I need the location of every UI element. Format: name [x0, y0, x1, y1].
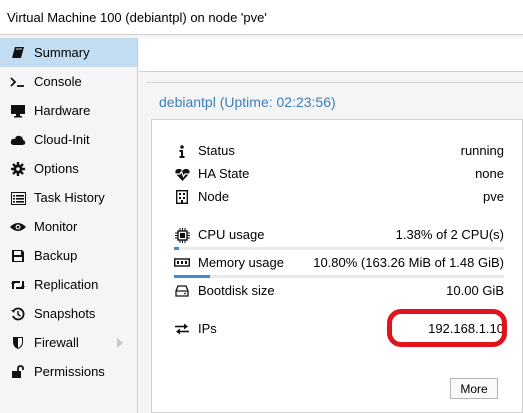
ha-state-label: HA State: [198, 166, 250, 181]
floppy-icon: [10, 248, 26, 264]
sidebar-item-label: Task History: [34, 190, 105, 205]
cpu-value: 1.38% of 2 CPU(s): [395, 227, 504, 242]
bootdisk-label: Bootdisk size: [198, 283, 275, 298]
status-panel-header: debiantpl (Uptime: 02:23:56): [147, 82, 523, 119]
node-label: Node: [198, 189, 230, 204]
unlock-icon: [10, 364, 26, 380]
main-content: debiantpl (Uptime: 02:23:56) Status runn…: [139, 38, 523, 413]
memory-value: 10.80% (163.26 MiB of 1.48 GiB): [313, 255, 504, 270]
cpu-chip-icon: [174, 227, 190, 243]
ha-state-row: HA State none: [174, 165, 504, 183]
window-title: Virtual Machine 100 (debiantpl) on node …: [7, 10, 267, 25]
sidebar-item-permissions[interactable]: Permissions: [0, 357, 137, 386]
sidebar-item-label: Monitor: [34, 219, 78, 234]
memory-row: Memory usage 10.80% (163.26 MiB of 1.48 …: [174, 254, 504, 272]
sidebar-item-summary[interactable]: Summary: [0, 38, 137, 67]
sidebar-item-label: Permissions: [34, 364, 105, 379]
sidebar-item-label: Options: [34, 161, 79, 176]
bootdisk-row: Bootdisk size 10.00 GiB: [174, 282, 504, 300]
sidebar-item-label: Backup: [34, 248, 78, 263]
cpu-row: CPU usage 1.38% of 2 CPU(s): [174, 226, 504, 244]
memory-label: Memory usage: [198, 255, 284, 270]
sidebar-item-task-history[interactable]: Task History: [0, 183, 137, 212]
sidebar-item-label: Console: [34, 74, 82, 89]
exchange-icon: [174, 321, 190, 337]
sidebar-item-backup[interactable]: Backup: [0, 241, 137, 270]
chevron-right-icon: [117, 336, 123, 351]
status-panel: Status running HA State none Node pve CP…: [151, 119, 523, 413]
info-icon: [174, 143, 190, 159]
terminal-icon: [10, 74, 26, 90]
retweet-icon: [10, 277, 26, 293]
status-value: running: [460, 143, 504, 158]
node-row: Node pve: [174, 188, 504, 206]
status-row: Status running: [174, 142, 504, 160]
monitor-icon: [10, 103, 26, 119]
eye-icon: [10, 219, 26, 235]
cpu-label: CPU usage: [198, 227, 265, 242]
sidebar-item-label: Replication: [34, 277, 99, 292]
ha-state-value: none: [475, 166, 504, 181]
sidebar-item-hardware[interactable]: Hardware: [0, 96, 137, 125]
history-icon: [10, 306, 26, 322]
cpu-usage-bar: [174, 247, 504, 250]
panel-title: debiantpl (Uptime: 02:23:56): [159, 94, 336, 110]
sidebar-nav: Summary Console Hardware Cloud-Init Opti…: [0, 38, 138, 413]
toolbar-strip: [139, 38, 523, 72]
status-label: Status: [198, 143, 235, 158]
book-icon: [10, 45, 26, 61]
sidebar-item-firewall[interactable]: Firewall: [0, 328, 137, 357]
memory-usage-fill: [174, 275, 210, 278]
building-icon: [174, 189, 190, 205]
sidebar-item-label: Summary: [34, 45, 90, 60]
ips-label: IPs: [198, 321, 217, 336]
shield-icon: [10, 335, 26, 351]
heartbeat-icon: [174, 166, 190, 182]
sidebar-item-label: Hardware: [34, 103, 91, 118]
sidebar-item-label: Snapshots: [34, 306, 96, 321]
sidebar-item-snapshots[interactable]: Snapshots: [0, 299, 137, 328]
sidebar-item-label: Firewall: [34, 335, 79, 350]
more-ips-button[interactable]: More: [450, 378, 498, 399]
cloud-icon: [10, 132, 26, 148]
gear-icon: [10, 161, 26, 177]
sidebar-item-replication[interactable]: Replication: [0, 270, 137, 299]
cpu-usage-fill: [174, 247, 179, 250]
memory-icon: [174, 255, 190, 271]
hdd-icon: [174, 283, 190, 299]
ip-highlight-ring: [387, 309, 507, 347]
sidebar-item-cloud-init[interactable]: Cloud-Init: [0, 125, 137, 154]
window-titlebar: Virtual Machine 100 (debiantpl) on node …: [0, 0, 523, 35]
memory-usage-bar: [174, 275, 504, 278]
node-value: pve: [483, 189, 504, 204]
bootdisk-value: 10.00 GiB: [446, 283, 504, 298]
sidebar-item-console[interactable]: Console: [0, 67, 137, 96]
list-icon: [10, 190, 26, 206]
sidebar-item-label: Cloud-Init: [34, 132, 90, 147]
sidebar-item-monitor[interactable]: Monitor: [0, 212, 137, 241]
sidebar-item-options[interactable]: Options: [0, 154, 137, 183]
